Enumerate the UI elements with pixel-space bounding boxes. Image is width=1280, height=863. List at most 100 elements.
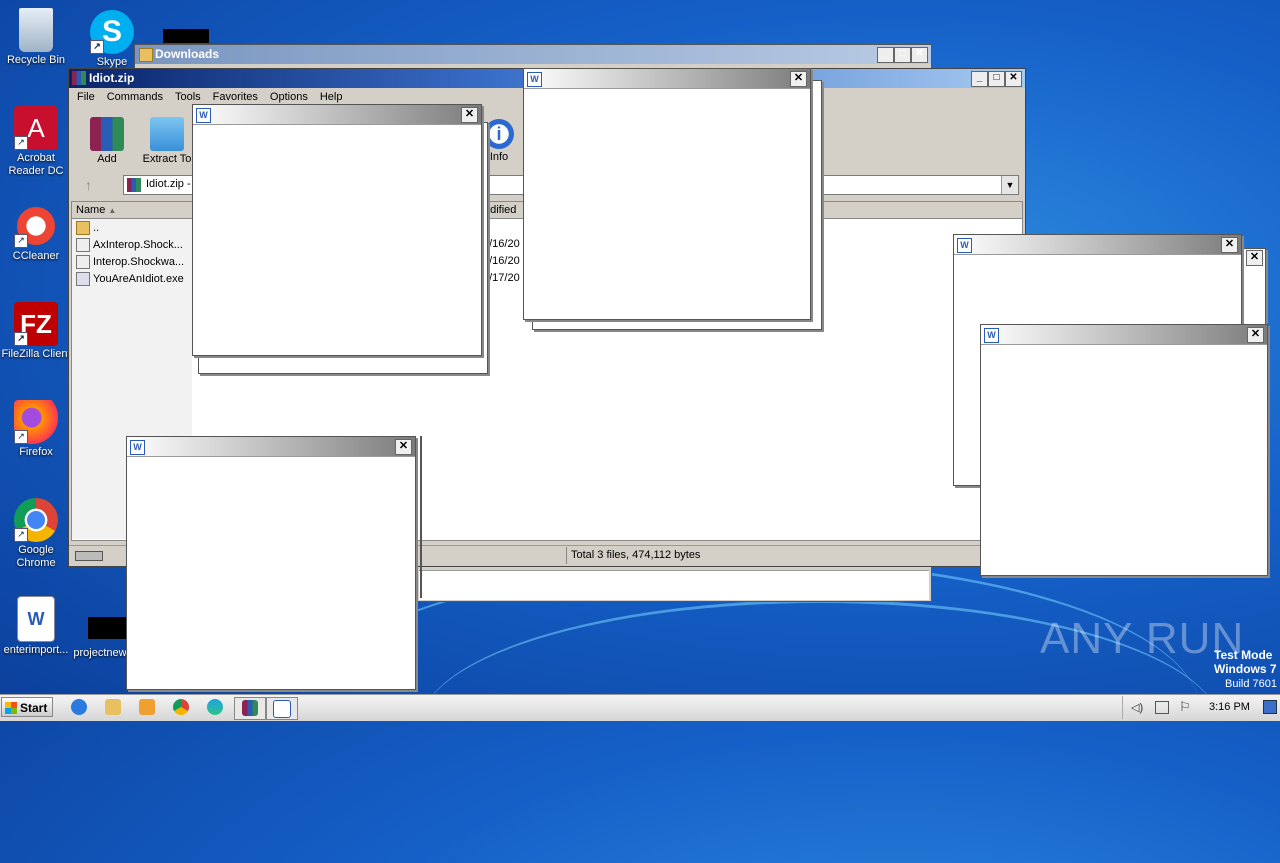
shortcut-arrow-icon: ↗ [14,332,28,346]
folder-icon [139,48,153,62]
desktop-icon-label: FileZilla Client [1,348,71,360]
toolbar-extract-label: Extract To [142,153,192,165]
popup-window[interactable]: W ✕ [523,68,811,320]
minimize-button[interactable]: _ [877,47,894,63]
menu-file[interactable]: File [71,88,101,106]
downloads-titlebar[interactable]: Downloads _ □ ✕ [135,45,931,64]
list-item[interactable]: Interop.Shockwa... [76,254,184,270]
maximize-button[interactable]: □ [988,71,1005,87]
popup-titlebar[interactable]: W ✕ [954,235,1241,255]
desktop-icon-label: Google Chrome [16,544,56,569]
word-app-icon: W [957,238,972,253]
winrar-icon [242,700,258,716]
close-button[interactable]: ✕ [1221,237,1238,253]
up-arrow-icon[interactable]: ↑ [85,177,92,193]
black-thumbnail [163,29,209,43]
ccleaner-icon: ↗ [14,204,58,248]
desktop-icon-label: Recycle Bin [6,54,66,66]
desktop-icon-enterimport[interactable]: W enterimport... [0,596,72,657]
system-tray: ◁) ⚐ 3:16 PM [1122,696,1279,719]
projectnew-thumbnail [88,617,126,639]
folder-icon [105,699,121,715]
word-app-icon: W [196,108,211,123]
shortcut-arrow-icon: ↗ [14,234,28,248]
speaker-icon[interactable]: ◁) [1131,701,1143,714]
word-app-icon: W [130,440,145,455]
desktop-icon-label: Firefox [19,446,53,458]
close-button[interactable]: ✕ [395,439,412,455]
action-center-flag-icon[interactable]: ⚐ [1179,699,1191,715]
sort-ascending-icon: ▲ [108,206,117,215]
windows-version-text: Windows 7 [1214,662,1277,676]
close-button[interactable]: ✕ [1247,327,1264,343]
list-item[interactable]: .. [76,220,99,236]
desktop-icon-acrobat[interactable]: A ↗ Acrobat Reader DC [0,106,72,178]
popup-window[interactable]: W ✕ [126,436,416,690]
desktop-icon-firefox[interactable]: ↗ Firefox [0,400,72,459]
taskbar-edge[interactable] [200,697,230,718]
popup-window[interactable]: W ✕ [980,324,1268,576]
popup-titlebar[interactable]: W ✕ [981,325,1267,345]
word-app-icon: W [527,72,542,87]
toolbar-extract-button[interactable]: Extract To [139,117,195,165]
network-icon[interactable] [1155,701,1169,714]
path-dropdown-button[interactable]: ▼ [1001,176,1018,194]
word-app-icon: W [984,328,999,343]
show-desktop-icon[interactable] [1263,700,1277,714]
popup-window[interactable]: W ✕ [192,104,482,356]
popup-titlebar[interactable]: W ✕ [127,437,415,457]
start-button[interactable]: Start [1,697,53,717]
desktop-icon-label: enterimport... [3,644,69,656]
internet-explorer-icon [71,699,87,715]
popup-window[interactable] [420,436,422,598]
popup-titlebar[interactable]: W ✕ [193,105,481,125]
desktop-icon-recycle-bin[interactable]: Recycle Bin [0,8,72,67]
taskbar-ie[interactable] [64,697,94,718]
taskbar-explorer[interactable] [98,697,128,718]
firefox-icon: ↗ [14,400,58,444]
toolbar-add-label: Add [97,153,117,165]
desktop-icon-ccleaner[interactable]: ↗ CCleaner [0,204,72,263]
close-button[interactable]: ✕ [1005,71,1022,87]
toolbar-add-button[interactable]: Add [87,117,127,165]
taskbar-chrome[interactable] [166,697,196,718]
column-header-name[interactable]: Name ▲ [72,202,195,219]
info-icon: i [484,119,514,149]
filezilla-icon: FZ ↗ [14,302,58,346]
edge-icon [207,699,223,715]
close-button[interactable]: ✕ [1246,250,1263,266]
toolbar-info-label: Info [489,151,509,163]
desktop-icon-label: CCleaner [12,250,60,262]
minimize-button[interactable]: _ [971,71,988,87]
maximize-button[interactable]: □ [894,47,911,63]
taskbar-word[interactable] [266,697,298,720]
desktop-icon-filezilla[interactable]: FZ ↗ FileZilla Client [0,302,72,361]
clock[interactable]: 3:16 PM [1209,701,1250,713]
downloads-body [419,570,929,600]
close-button[interactable]: ✕ [461,107,478,123]
list-item[interactable]: AxInterop.Shock... [76,237,183,253]
windows-logo-icon [5,702,17,714]
menu-commands[interactable]: Commands [101,88,169,106]
chrome-icon: ↗ [14,498,58,542]
chrome-icon [173,699,189,715]
drive-icon [75,551,103,561]
file-date: 0/16/20 [483,255,520,267]
popup-titlebar[interactable]: W ✕ [524,69,810,89]
status-divider [566,547,567,564]
winrar-title: Idiot.zip [89,71,135,85]
media-player-icon [139,699,155,715]
word-document-icon: W [17,596,55,642]
list-item[interactable]: YouAreAnIdiot.exe [76,271,184,287]
close-button[interactable]: ✕ [790,71,807,87]
shortcut-arrow-icon: ↗ [14,528,28,542]
exe-file-icon [76,272,90,287]
dll-file-icon [76,238,90,253]
desktop-icon-chrome[interactable]: ↗ Google Chrome [0,498,72,570]
taskbar-media-player[interactable] [132,697,162,718]
shortcut-arrow-icon: ↗ [14,136,28,150]
acrobat-icon: A ↗ [14,106,58,150]
close-button[interactable]: ✕ [911,47,928,63]
taskbar-winrar[interactable] [234,697,266,720]
taskbar: Start ◁) ⚐ 3:16 PM [0,694,1280,721]
